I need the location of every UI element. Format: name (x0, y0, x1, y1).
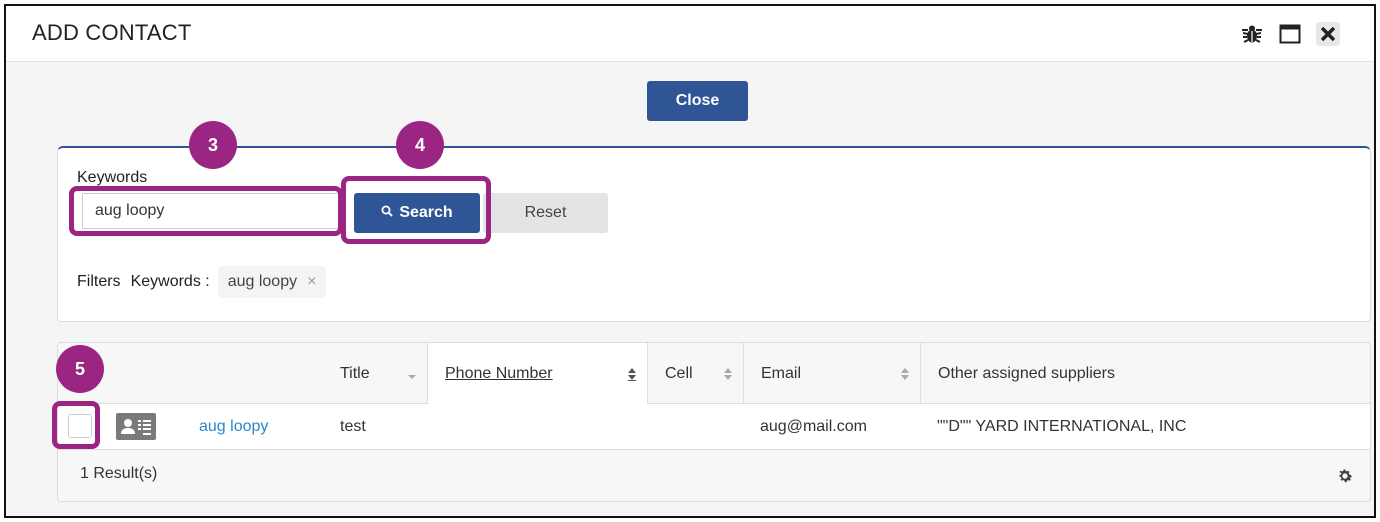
dialog-header: ADD CONTACT (6, 6, 1374, 62)
dialog-title: ADD CONTACT (32, 20, 192, 45)
maximize-icon[interactable] (1278, 22, 1302, 46)
column-header-title-label: Title (340, 364, 370, 382)
filters-label: Filters (77, 273, 121, 290)
column-header-phone-label: Phone Number (445, 364, 553, 382)
results-table: Title Phone Number Cell Email Other assi… (57, 342, 1371, 502)
filter-chip: aug loopy × (217, 266, 327, 298)
contact-card-icon (116, 413, 156, 440)
sort-desc-icon (408, 374, 416, 379)
close-icon[interactable] (1316, 22, 1340, 46)
bug-icon[interactable] (1240, 22, 1264, 46)
annotation-badge-5: 5 (56, 345, 104, 393)
filter-key: Keywords : (130, 273, 210, 290)
gear-icon[interactable] (1336, 467, 1354, 485)
reset-button[interactable]: Reset (483, 193, 608, 233)
sort-icon (724, 367, 732, 380)
search-panel: Keywords Search Reset Filters Keywords :… (57, 146, 1371, 322)
keywords-input[interactable] (82, 193, 344, 229)
keywords-label: Keywords (77, 169, 148, 186)
close-button[interactable]: Close (647, 81, 748, 121)
add-contact-dialog: ADD CONTACT Close Keywords aug loopy Sea… (4, 4, 1376, 518)
header-icons (1240, 22, 1340, 46)
filter-chip-value: aug loopy (227, 273, 298, 290)
annotation-badge-4: 4 (396, 121, 444, 169)
column-header-cell[interactable]: Cell (647, 343, 743, 404)
search-button-label: Search (399, 204, 453, 221)
annotation-badge-3: 3 (189, 121, 237, 169)
sort-icon (628, 367, 636, 381)
column-header-email[interactable]: Email (743, 343, 920, 404)
suppliers-cell: ""D"" YARD INTERNATIONAL, INC (937, 418, 1187, 435)
column-header-suppliers-label: Other assigned suppliers (938, 364, 1115, 382)
filters-row: Filters Keywords : aug loopy × (77, 266, 327, 298)
column-header-other-suppliers: Other assigned suppliers (920, 343, 1370, 404)
column-header-email-label: Email (761, 364, 802, 382)
contact-name-cell: aug loopy (199, 404, 268, 450)
column-header-cell-label: Cell (665, 364, 693, 382)
column-header-title[interactable]: Title (325, 343, 427, 404)
contact-name-link[interactable]: aug loopy (199, 418, 268, 436)
sort-icon (901, 367, 909, 380)
results-count: 1 Result(s) (80, 465, 158, 482)
search-icon (381, 204, 394, 222)
row-checkbox[interactable] (68, 414, 92, 438)
search-button[interactable]: Search (354, 193, 480, 233)
column-header-phone-number[interactable]: Phone Number (427, 343, 647, 404)
title-cell: test (340, 418, 366, 435)
table-row[interactable]: aug loopy test aug@mail.com ""D"" YARD I… (58, 404, 1370, 450)
remove-filter-icon[interactable]: × (307, 273, 316, 291)
email-cell: aug@mail.com (760, 418, 867, 435)
table-header: Title Phone Number Cell Email Other assi… (58, 343, 1370, 404)
